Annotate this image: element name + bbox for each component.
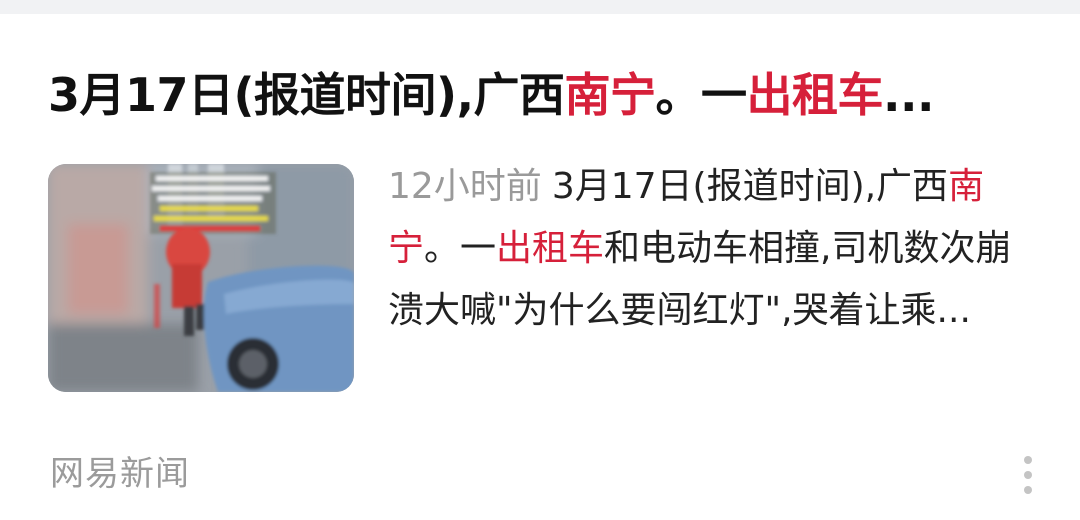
headline-text-part2: 。一 [655,68,748,122]
more-vertical-icon[interactable] [1016,454,1040,496]
headline-text-part1: 3月17日(报道时间),广西 [48,68,565,122]
more-dot [1024,486,1032,494]
more-dot [1024,456,1032,464]
news-summary[interactable]: 12小时前 3月17日(报道时间),广西南宁。一出租车和电动车相撞,司机数次崩溃大… [388,156,1038,342]
thumbnail-image [48,164,354,392]
news-card[interactable]: 3月17日(报道时间),广西南宁。一出租车... 12小时前 3月17日(报道时… [0,14,1080,520]
news-headline[interactable]: 3月17日(报道时间),广西南宁。一出租车... [48,64,1038,126]
summary-keyword-taxi: 出租车 [496,228,605,269]
summary-text-part2: 。一 [424,228,497,269]
news-source: 网易新闻 [50,454,190,494]
headline-ellipsis: ... [883,68,934,122]
top-divider-strip [0,0,1080,14]
publish-time: 12小时前 [388,166,542,207]
summary-text-part1: 3月17日(报道时间),广西 [551,166,949,207]
more-dot [1024,471,1032,479]
headline-keyword-taxi: 出租车 [746,68,884,122]
news-thumbnail[interactable] [48,164,354,392]
headline-keyword-nanning: 南宁 [564,68,657,122]
